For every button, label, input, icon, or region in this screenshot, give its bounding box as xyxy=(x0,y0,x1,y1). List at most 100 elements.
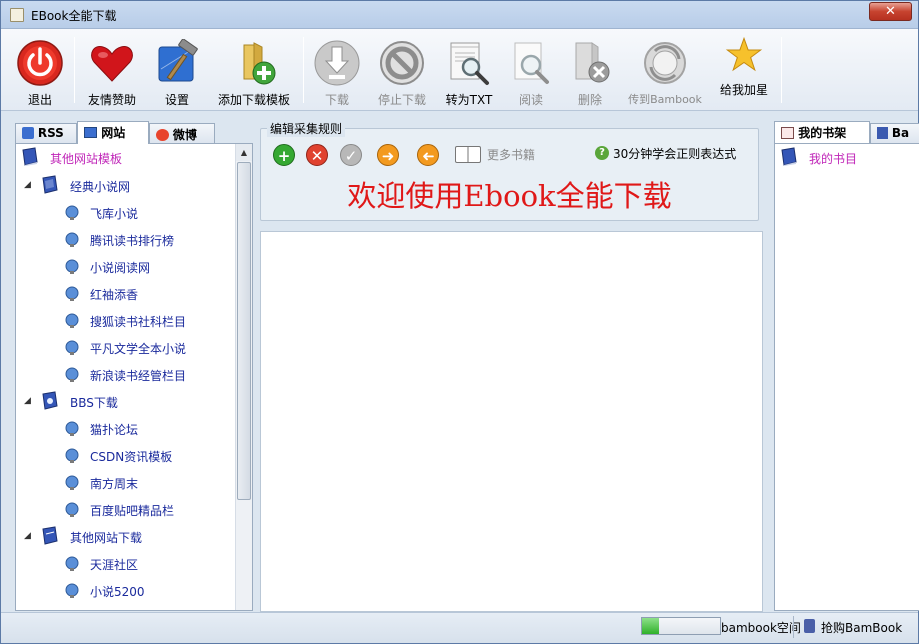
toolbar-separator xyxy=(74,37,75,103)
globe-icon xyxy=(65,313,79,328)
collapse-icon: ◢ xyxy=(24,180,31,190)
network-icon xyxy=(84,127,97,138)
tree-group-label: 经典小说网 xyxy=(70,180,131,194)
open-book-icon xyxy=(455,146,481,163)
buy-bambook-link[interactable]: 抢购BamBook xyxy=(821,619,902,636)
regex-tutorial-link[interactable]: 30分钟学会正则表达式 xyxy=(613,145,736,162)
help-icon: ? xyxy=(595,146,609,160)
prev-button[interactable]: ➜ xyxy=(417,144,439,166)
globe-icon xyxy=(65,340,79,355)
tab-website-label: 网站 xyxy=(101,126,126,140)
send-bambook-label: 传到Bambook xyxy=(628,93,702,106)
sponsor-button[interactable]: 友情赞助 xyxy=(81,35,143,109)
tab-rss-label: RSS xyxy=(37,126,64,140)
globe-icon xyxy=(65,583,79,598)
delete-button[interactable]: 删除 xyxy=(563,35,617,109)
tab-weibo-label: 微博 xyxy=(172,128,197,142)
tree-leaf-label: 猫扑论坛 xyxy=(90,423,139,437)
tree-leaf-label: 天涯社区 xyxy=(90,558,139,572)
stop-download-button[interactable]: 停止下载 xyxy=(371,35,433,109)
tree-leaf-label: 新浪读书经管栏目 xyxy=(90,369,187,383)
bambook-space-label: bambook空间 xyxy=(721,621,801,635)
title-bar: EBook全能下载 ✕ xyxy=(1,1,918,29)
tree-root-label: 其他网站模板 xyxy=(50,152,123,166)
convert-txt-icon xyxy=(450,42,489,85)
storage-progress-fill xyxy=(642,618,660,634)
window-title: EBook全能下载 xyxy=(31,9,117,23)
send-bambook-button[interactable]: 传到Bambook xyxy=(627,35,703,109)
right-tab-strip: 我的书架 Ba xyxy=(774,121,919,143)
weibo-icon xyxy=(156,129,169,141)
arrow-left-icon: ➜ xyxy=(421,147,435,165)
convert-txt-button[interactable]: 转为TXT xyxy=(441,35,497,109)
download-button[interactable]: 下载 xyxy=(311,35,363,109)
tree-group-classic[interactable]: ◢ 经典小说网 xyxy=(16,174,231,198)
tab-bambook-label: Ba xyxy=(891,126,910,140)
book-icon xyxy=(42,391,58,410)
globe-icon xyxy=(65,286,79,301)
book-icon xyxy=(42,526,58,545)
group-legend: 编辑采集规则 xyxy=(267,120,346,137)
scroll-thumb[interactable] xyxy=(237,162,251,500)
star-icon xyxy=(725,36,763,72)
tree-leaf-label: 南方周末 xyxy=(90,477,139,491)
rule-editor-group: 编辑采集规则 + ✕ ✓ ➜ ➜ 更多书籍 ? 30分钟学会正则表达式 欢迎使用… xyxy=(260,120,759,221)
star-button[interactable]: 给我加星 xyxy=(713,35,775,109)
add-rule-button[interactable]: + xyxy=(273,144,295,166)
download-label: 下载 xyxy=(324,93,349,107)
stop-download-label: 停止下载 xyxy=(377,93,426,107)
settings-button[interactable]: 设置 xyxy=(149,35,205,109)
settings-tools-icon xyxy=(158,39,198,82)
tab-rss[interactable]: RSS xyxy=(15,123,77,143)
scroll-up-icon[interactable]: ▲ xyxy=(236,144,252,161)
read-button[interactable]: 阅读 xyxy=(505,35,557,109)
confirm-rule-button[interactable]: ✓ xyxy=(340,144,362,166)
read-magnifier-icon xyxy=(514,42,549,84)
tab-website[interactable]: 网站 xyxy=(77,121,149,144)
exit-button[interactable]: 退出 xyxy=(11,35,69,109)
tree-group-label: BBS下载 xyxy=(70,396,118,410)
collapse-icon: ◢ xyxy=(24,531,31,541)
tree-leaf-label: 百度贴吧精品栏 xyxy=(90,504,175,518)
settings-label: 设置 xyxy=(164,93,189,107)
add-folder-icon xyxy=(243,42,276,85)
check-icon: ✓ xyxy=(344,147,358,165)
star-label: 给我加星 xyxy=(719,83,768,97)
content-area[interactable] xyxy=(260,231,763,612)
tab-bookshelf-label: 我的书架 xyxy=(798,126,847,140)
tree-leaf-label: 红袖添香 xyxy=(90,288,139,302)
tree-leaf-label: 平凡文学全本小说 xyxy=(90,342,187,356)
exit-label: 退出 xyxy=(27,93,52,107)
toolbar-separator xyxy=(781,37,782,103)
status-bar: bambook空间 抢购BamBook xyxy=(1,612,918,643)
bookshelf-panel: 我的书目 xyxy=(774,143,919,611)
toolbar: 退出 友情赞助 设置 添加下载模板 下载 停止下载 转为TXT 阅读 删除 传到… xyxy=(1,29,918,111)
status-separator xyxy=(793,616,794,638)
tree-leaf-label: CSDN资讯模板 xyxy=(90,450,173,464)
storage-progress-bar xyxy=(641,617,721,635)
bookshelf-icon xyxy=(781,127,794,139)
tab-bookshelf[interactable]: 我的书架 xyxy=(774,121,870,143)
tree-group-bbs[interactable]: ◢ BBS下载 xyxy=(16,390,231,414)
tab-weibo[interactable]: 微博 xyxy=(149,123,215,143)
read-label: 阅读 xyxy=(518,93,543,107)
stop-icon xyxy=(380,41,424,85)
globe-icon xyxy=(65,421,79,436)
globe-icon xyxy=(65,232,79,247)
globe-icon xyxy=(65,205,79,220)
close-button[interactable]: ✕ xyxy=(869,2,912,21)
tree-leaf-label: 小说阅读网 xyxy=(90,261,151,275)
more-books-link[interactable]: 更多书籍 xyxy=(455,145,541,165)
tree-group-other[interactable]: ◢ 其他网站下载 xyxy=(16,525,231,549)
tree-group-label: 其他网站下载 xyxy=(70,531,143,545)
power-icon xyxy=(17,40,63,86)
next-button[interactable]: ➜ xyxy=(377,144,399,166)
remove-rule-button[interactable]: ✕ xyxy=(306,144,328,166)
tab-bambook[interactable]: Ba xyxy=(870,123,919,143)
add-template-button[interactable]: 添加下载模板 xyxy=(213,35,295,109)
arrow-right-icon: ➜ xyxy=(381,147,395,165)
globe-icon xyxy=(65,502,79,517)
toolbar-separator xyxy=(303,37,304,103)
tree-scrollbar[interactable]: ▲ xyxy=(235,144,252,610)
sponsor-label: 友情赞助 xyxy=(87,93,136,107)
